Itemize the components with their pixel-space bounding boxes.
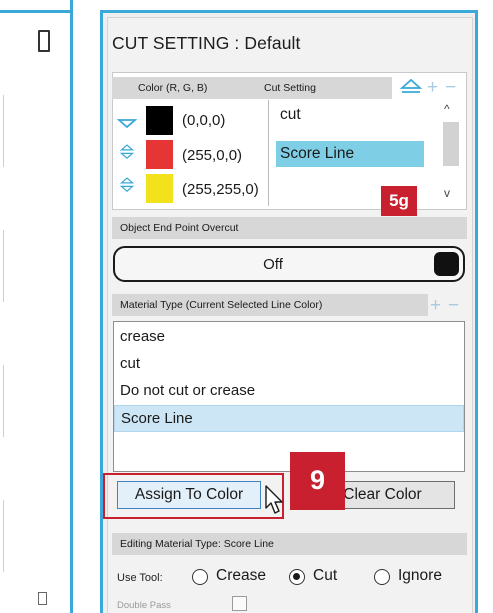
add-material-button[interactable]: + — [430, 296, 441, 315]
color-swatch-red[interactable] — [146, 140, 173, 169]
material-item-none[interactable]: Do not cut or crease — [114, 378, 464, 405]
radio-cut[interactable] — [289, 569, 305, 585]
color-swatch-yellow[interactable] — [146, 174, 173, 203]
panel-title: CUT SETTING : Default — [112, 33, 301, 53]
radio-crease[interactable] — [192, 569, 208, 585]
radio-ignore-label: Ignore — [398, 567, 442, 584]
column-divider — [268, 100, 269, 206]
material-item-crease[interactable]: crease — [114, 324, 464, 351]
move-up-icon[interactable] — [400, 78, 422, 96]
material-list: crease cut Do not cut or crease Score Li… — [113, 321, 465, 472]
double-pass-checkbox[interactable] — [232, 596, 247, 611]
remove-color-button[interactable]: − — [445, 78, 456, 97]
overcut-header: Object End Point Overcut — [112, 217, 467, 239]
step-badge-9: 9 — [290, 452, 345, 510]
panel-border-right — [70, 0, 73, 613]
cut-setting-cell[interactable]: cut — [276, 102, 424, 128]
move-up-down-icon[interactable] — [116, 143, 138, 161]
mouse-cursor-icon — [265, 485, 283, 514]
radio-crease-label: Crease — [216, 567, 266, 584]
radio-ignore[interactable] — [374, 569, 390, 585]
overcut-toggle[interactable]: Off — [113, 246, 465, 282]
double-pass-label: Double Pass — [117, 600, 171, 611]
move-up-down-icon[interactable] — [116, 176, 138, 194]
rgb-value: (255,255,0) — [182, 181, 259, 198]
scroll-thumb[interactable] — [443, 122, 459, 166]
color-table-scrollbar[interactable]: ^ v — [440, 100, 462, 206]
list-divider — [0, 500, 4, 572]
overcut-value: Off — [263, 256, 283, 273]
material-item-score-line[interactable]: Score Line — [114, 405, 464, 432]
color-column-header: Color (R, G, B) — [138, 82, 208, 94]
rgb-value: (0,0,0) — [182, 112, 226, 129]
list-divider — [0, 365, 4, 437]
remove-material-button[interactable]: − — [448, 296, 459, 315]
list-divider — [0, 95, 4, 167]
color-table-header: Color (R, G, B) Cut Setting — [112, 77, 392, 99]
background-panel — [0, 0, 74, 613]
window-glyph-icon — [38, 30, 50, 52]
move-down-icon[interactable] — [116, 116, 138, 134]
material-item-cut[interactable]: cut — [114, 351, 464, 378]
scroll-up-arrow[interactable]: ^ — [444, 102, 450, 116]
window-glyph-icon — [38, 592, 47, 605]
cut-setting-cell-selected[interactable]: Score Line — [276, 141, 424, 167]
scroll-down-arrow[interactable]: v — [444, 186, 450, 200]
assign-to-color-button[interactable]: Assign To Color — [117, 481, 261, 509]
add-color-button[interactable]: + — [427, 78, 438, 97]
toggle-knob[interactable] — [434, 252, 459, 276]
use-tool-label: Use Tool: — [117, 572, 163, 584]
list-divider — [0, 230, 4, 302]
rgb-value: (255,0,0) — [182, 147, 243, 164]
radio-cut-label: Cut — [313, 567, 338, 584]
panel-border-top — [0, 10, 72, 13]
step-badge-5g: 5g — [381, 186, 417, 216]
material-header: Material Type (Current Selected Line Col… — [112, 294, 428, 316]
editing-header: Editing Material Type: Score Line — [112, 533, 467, 555]
color-swatch-black[interactable] — [146, 106, 173, 135]
cut-column-header: Cut Setting — [264, 82, 316, 94]
